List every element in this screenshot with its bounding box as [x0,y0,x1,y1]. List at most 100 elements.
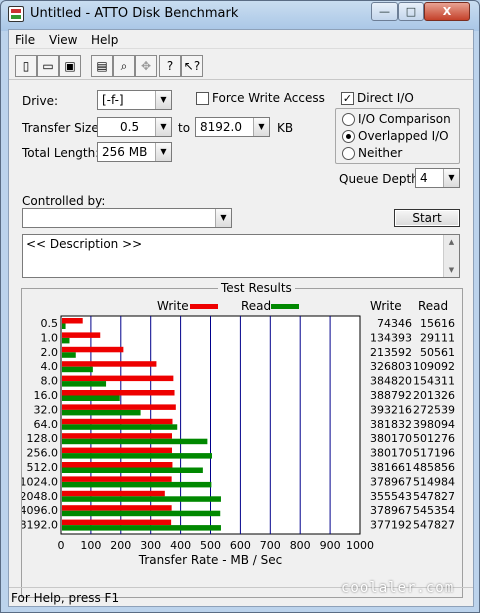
close-button[interactable]: X [424,2,470,21]
app-icon[interactable] [8,6,24,22]
read-bar [62,366,93,373]
x-tick-label: 500 [200,539,221,552]
save-button[interactable]: ▣ [59,55,81,77]
save-icon: ▣ [64,59,76,73]
drive-select[interactable]: [-f-] ▼ [97,90,172,110]
read-value: 272539 [413,403,455,416]
force-write-checkbox[interactable] [196,92,209,105]
status-text: For Help, press F1 [11,591,120,605]
description-scrollbar[interactable]: ▲ ▼ [443,235,459,277]
read-value: 50561 [420,346,455,359]
read-bar [62,467,203,473]
x-tick-label: 0 [58,539,65,552]
write-bar [62,490,165,497]
write-bar [62,447,173,454]
chevron-down-icon[interactable]: ▼ [155,91,171,109]
transfer-to-select[interactable]: 8192.0 ▼ [195,117,270,137]
x-tick-label: 700 [260,539,281,552]
x-tick-label: 600 [230,539,251,552]
x-tick-label: 800 [290,539,311,552]
write-bar [62,519,172,526]
write-bar [62,361,157,367]
maximize-button[interactable]: □ [398,2,424,21]
read-bar [62,395,120,401]
help-button[interactable]: ? [159,55,181,77]
x-tick-label: 1000 [346,539,374,552]
write-value: 377192 [370,519,412,532]
queue-depth-select[interactable]: 4 ▼ [415,168,460,188]
minimize-button[interactable]: — [371,2,398,21]
transfer-from-select[interactable]: 0.5 ▼ [97,117,172,137]
read-value: 109092 [413,360,455,373]
total-length-value: 256 MB [102,145,148,159]
controlled-by-select[interactable]: ▼ [22,208,232,228]
chevron-down-icon[interactable]: ▼ [155,143,171,161]
direct-io-checkbox[interactable]: ✓ [341,92,354,105]
write-value: 355543 [370,490,412,503]
controlled-by-label: Controlled by: [22,194,106,208]
read-bar [62,352,76,358]
print-icon: ▤ [96,59,108,73]
move-button[interactable]: ✥ [135,55,157,77]
transfer-to-word: to [178,121,191,135]
block-size-label: 256.0 [27,447,59,460]
print-button[interactable]: ▤ [91,55,113,77]
menu-file[interactable]: File [15,33,35,47]
open-button[interactable]: ▭ [37,55,59,77]
write-value: 326803 [370,360,412,373]
write-value: 74346 [377,317,412,330]
transfer-to-value: 8192.0 [200,120,242,134]
read-value: 547827 [413,519,455,532]
open-icon: ▭ [42,59,54,73]
scroll-up-icon[interactable]: ▲ [444,235,459,249]
chevron-down-icon[interactable]: ▼ [155,118,171,136]
neither-radio[interactable] [342,147,355,160]
read-bar [62,337,70,344]
read-value: 547827 [413,490,455,503]
write-value: 213592 [370,346,412,359]
chevron-down-icon[interactable]: ▼ [253,118,269,136]
read-bar [62,510,221,517]
menu-help[interactable]: Help [91,33,118,47]
overlapped-io-label: Overlapped I/O [358,129,449,143]
block-size-label: 0.5 [41,317,59,330]
write-bar [62,332,101,338]
test-results-group: Test Results Write Read Write Read 0 100 2… [21,281,463,598]
new-button[interactable]: ▯ [15,55,37,77]
start-button[interactable]: Start [394,209,460,227]
print-preview-button[interactable]: ⌕ [113,55,135,77]
toolbar: ▯ ▭ ▣ ▤ ⌕ ✥ ? ↖? [9,50,473,80]
move-icon: ✥ [140,59,152,73]
write-value: 380170 [370,447,412,460]
io-comparison-radio[interactable] [342,113,355,126]
block-size-label: 512.0 [27,461,59,474]
x-axis-label: Transfer Rate - MB / Sec [138,553,282,567]
block-size-label: 2048.0 [22,490,58,503]
write-bar [62,418,173,425]
transfer-rate-chart: 0 100 200 300 400 500 600 700 800 900 1000 Transfer… [22,315,455,567]
scroll-down-icon[interactable]: ▼ [444,263,459,277]
read-value: 15616 [420,317,455,330]
app-window: Untitled - ATTO Disk Benchmark — □ X Fil… [0,0,480,613]
total-length-select[interactable]: 256 MB ▼ [97,142,172,162]
context-help-button[interactable]: ↖? [181,55,203,77]
menu-view[interactable]: View [49,33,77,47]
write-value: 393216 [370,403,412,416]
write-bar [62,390,175,396]
neither-label: Neither [358,146,403,160]
title-bar[interactable]: Untitled - ATTO Disk Benchmark — □ X [1,1,479,27]
x-tick-label: 200 [110,539,131,552]
x-tick-label: 400 [170,539,191,552]
read-value: 514984 [413,475,455,488]
transfer-unit: KB [277,121,294,135]
write-value: 381832 [370,418,412,431]
write-bar [62,476,172,482]
chevron-down-icon[interactable]: ▼ [215,209,231,227]
description-field[interactable]: << Description >> ▲ ▼ [22,234,460,278]
x-tick-label: 300 [140,539,161,552]
chevron-down-icon[interactable]: ▼ [443,169,459,187]
block-size-label: 64.0 [34,418,59,431]
read-value: 545354 [413,504,455,517]
overlapped-io-radio[interactable] [342,130,355,143]
write-value: 388792 [370,389,412,402]
